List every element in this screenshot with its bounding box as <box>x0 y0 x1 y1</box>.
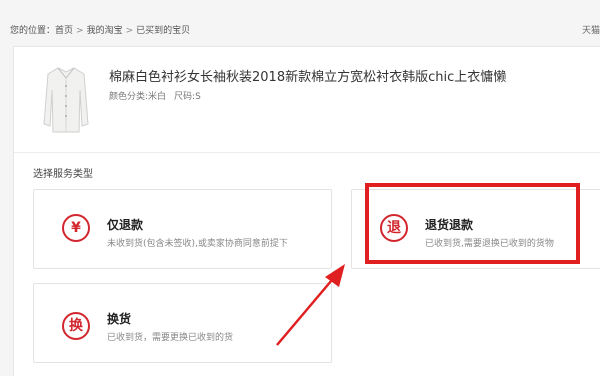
annotation-arrow-icon <box>276 264 345 346</box>
